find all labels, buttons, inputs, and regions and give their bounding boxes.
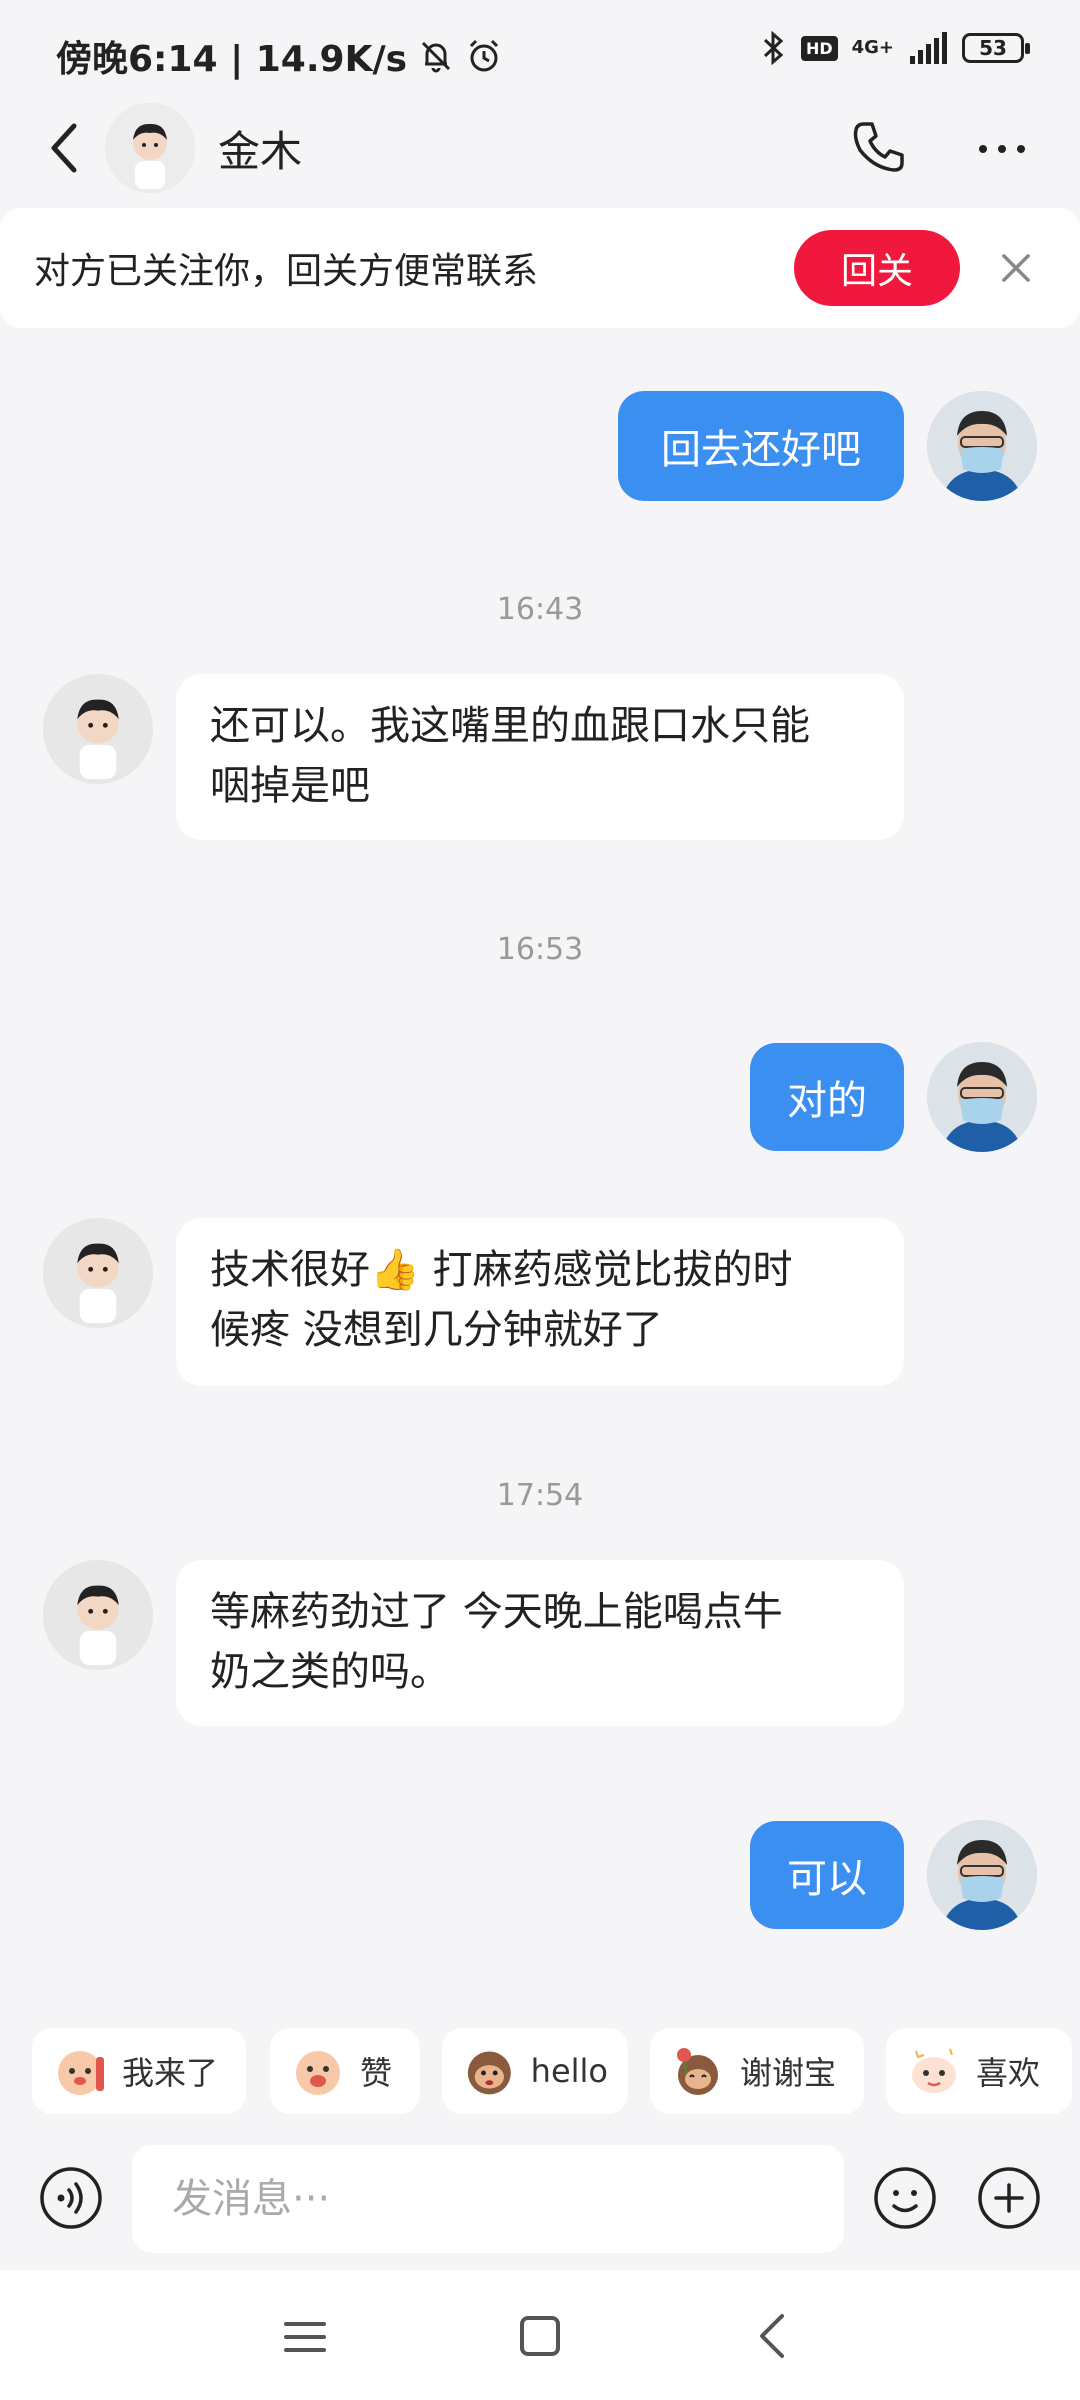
message-timestamp: 17:54 bbox=[496, 1478, 584, 1513]
monkey-sticker-icon bbox=[677, 2048, 718, 2095]
quick-reply-chip[interactable]: 赞 bbox=[270, 2028, 420, 2114]
quick-reply-chip[interactable]: 谢谢宝 bbox=[650, 2028, 864, 2114]
quick-reply-chip[interactable]: 喜欢 bbox=[886, 2028, 1072, 2114]
status-right: HD 4G+ 53 bbox=[759, 30, 1030, 66]
network-type: 4G+ bbox=[851, 37, 894, 58]
message-timestamp: 16:53 bbox=[496, 932, 584, 967]
contact-message-avatar[interactable] bbox=[43, 1218, 153, 1328]
my-avatar[interactable] bbox=[927, 1820, 1037, 1930]
message-line: 咽掉是吧 bbox=[210, 763, 370, 809]
status-time-speed: 傍晚6:14 | 14.9K/s bbox=[56, 39, 408, 80]
my-message-bubble[interactable]: 对的 bbox=[750, 1043, 904, 1151]
voice-icon[interactable] bbox=[38, 2165, 104, 2231]
message-line: 奶之类的吗。 bbox=[210, 1649, 450, 1695]
quick-reply-label: 赞 bbox=[360, 2054, 393, 2092]
quick-reply-chip[interactable]: 我来了 bbox=[32, 2028, 246, 2114]
quick-reply-chip[interactable]: hello bbox=[442, 2028, 628, 2114]
sticker-icon bbox=[296, 2051, 340, 2095]
phone-icon[interactable] bbox=[850, 118, 908, 176]
message-timestamp: 16:43 bbox=[496, 592, 584, 627]
my-message-bubble[interactable]: 回去还好吧 bbox=[618, 391, 904, 501]
cartoon-boy-icon bbox=[43, 674, 153, 784]
contact-message-avatar[interactable] bbox=[43, 674, 153, 784]
monkey-sticker-icon bbox=[467, 2051, 511, 2095]
battery-level: 53 bbox=[979, 36, 1007, 60]
contact-message-bubble[interactable]: 技术很好👍 打麻药感觉比拔的时 候疼 没想到几分钟就好了 bbox=[176, 1218, 904, 1386]
quick-reply-label: 我来了 bbox=[122, 2054, 219, 2092]
message-line: 等麻药劲过了 今天晚上能喝点牛 bbox=[210, 1589, 783, 1635]
cartoon-boy-icon bbox=[105, 103, 195, 193]
cartoon-boy-icon bbox=[43, 1218, 153, 1328]
message-line: 还可以。我这嘴里的血跟口水只能 bbox=[210, 703, 810, 749]
more-icon[interactable] bbox=[975, 122, 1029, 176]
doctor-avatar-icon bbox=[927, 1820, 1037, 1930]
plus-icon[interactable] bbox=[976, 2165, 1042, 2231]
message-line: 技术很好👍 打麻药感觉比拔的时 bbox=[210, 1247, 793, 1293]
menu-icon[interactable] bbox=[280, 2312, 330, 2362]
contact-message-bubble[interactable]: 等麻药劲过了 今天晚上能喝点牛 奶之类的吗。 bbox=[176, 1560, 904, 1726]
bluetooth-icon bbox=[763, 30, 784, 66]
my-message-bubble[interactable]: 可以 bbox=[750, 1821, 904, 1929]
quick-reply-label: 谢谢宝 bbox=[740, 2054, 837, 2092]
mute-bell-icon bbox=[422, 41, 451, 73]
follow-banner-text: 对方已关注你，回关方便常联系 bbox=[34, 251, 539, 292]
nav-back-icon[interactable] bbox=[752, 2308, 792, 2364]
hd-badge: HD bbox=[800, 35, 838, 61]
my-avatar[interactable] bbox=[927, 1042, 1037, 1152]
quick-reply-label: 喜欢 bbox=[976, 2054, 1041, 2092]
contact-message-avatar[interactable] bbox=[43, 1560, 153, 1670]
doctor-avatar-icon bbox=[927, 1042, 1037, 1152]
my-avatar[interactable] bbox=[927, 391, 1037, 501]
sticker-icon bbox=[912, 2048, 956, 2093]
alarm-icon bbox=[470, 39, 499, 72]
close-icon[interactable] bbox=[996, 248, 1036, 288]
home-icon[interactable] bbox=[514, 2310, 566, 2362]
doctor-avatar-icon bbox=[927, 391, 1037, 501]
battery-indicator: 53 bbox=[962, 33, 1030, 63]
emoji-icon[interactable] bbox=[872, 2165, 938, 2231]
quick-reply-label: hello bbox=[530, 2052, 608, 2090]
sticker-icon bbox=[58, 2051, 104, 2095]
status-left: 傍晚6:14 | 14.9K/s bbox=[56, 30, 503, 82]
cartoon-boy-icon bbox=[43, 1560, 153, 1670]
message-line: 候疼 没想到几分钟就好了 bbox=[210, 1307, 663, 1353]
contact-message-bubble[interactable]: 还可以。我这嘴里的血跟口水只能 咽掉是吧 bbox=[176, 674, 904, 840]
contact-avatar[interactable] bbox=[105, 103, 195, 193]
signal-icon bbox=[910, 32, 947, 64]
back-icon[interactable] bbox=[44, 118, 84, 178]
follow-back-button[interactable]: 回关 bbox=[794, 230, 960, 306]
contact-name[interactable]: 金木 bbox=[218, 118, 302, 179]
message-input[interactable] bbox=[132, 2145, 844, 2253]
